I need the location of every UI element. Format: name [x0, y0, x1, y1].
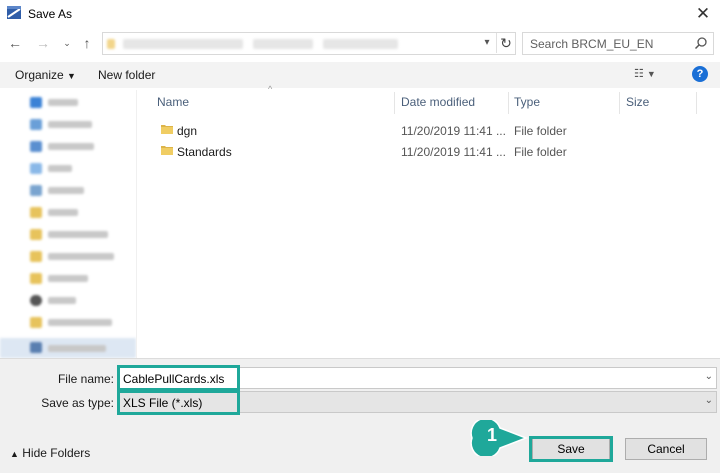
file-name: Standards — [177, 145, 232, 159]
title-bar — [0, 0, 720, 28]
search-placeholder: Search BRCM_EU_EN — [530, 37, 654, 51]
step-number: 1 — [486, 425, 497, 445]
search-input[interactable]: Search BRCM_EU_EN — [522, 32, 714, 55]
chevron-down-icon: ▼ — [67, 71, 76, 81]
nav-item[interactable] — [30, 316, 126, 330]
hide-folders-label: Hide Folders — [22, 446, 91, 460]
nav-item[interactable] — [30, 272, 126, 286]
new-folder-button[interactable]: New folder — [98, 68, 155, 82]
column-divider[interactable] — [508, 92, 509, 114]
nav-item[interactable] — [30, 96, 126, 110]
column-header-date[interactable]: Date modified — [401, 95, 475, 109]
table-row[interactable]: Standards 11/20/2019 11:41 ... File fold… — [140, 141, 720, 162]
blurred-crumb — [107, 39, 115, 49]
column-header-name[interactable]: Name — [157, 95, 189, 109]
table-row[interactable]: dgn 11/20/2019 11:41 ... File folder — [140, 120, 720, 141]
column-divider[interactable] — [394, 92, 395, 114]
column-divider[interactable] — [696, 92, 697, 114]
nav-item[interactable] — [30, 118, 126, 132]
chevron-up-icon: ▲ — [10, 449, 19, 459]
app-icon — [7, 6, 21, 19]
folder-icon — [161, 125, 173, 134]
file-type: File folder — [514, 124, 567, 138]
hide-folders-button[interactable]: ▲ Hide Folders — [10, 446, 90, 460]
folder-icon — [161, 146, 173, 155]
file-date: 11/20/2019 11:41 ... — [401, 124, 506, 138]
save-highlight — [529, 436, 613, 462]
blurred-crumb — [253, 39, 313, 49]
column-header-type[interactable]: Type — [514, 95, 540, 109]
back-icon[interactable]: ← — [6, 34, 24, 52]
organize-button[interactable]: Organize ▼ — [15, 68, 76, 82]
cancel-button[interactable]: Cancel — [625, 438, 707, 460]
view-icon[interactable]: ☷ ▼ — [634, 67, 666, 83]
window-title: Save As — [28, 7, 73, 21]
recent-icon[interactable]: ⌄ — [58, 34, 76, 52]
navigation-pane — [0, 90, 136, 358]
address-bar[interactable] — [102, 32, 516, 55]
file-name: dgn — [177, 124, 198, 138]
nav-item[interactable] — [30, 184, 126, 198]
nav-item[interactable] — [30, 228, 126, 242]
forward-icon[interactable]: → — [34, 34, 52, 52]
chevron-down-icon: ⌄ — [704, 395, 713, 406]
nav-item[interactable] — [30, 140, 126, 154]
help-icon[interactable]: ? — [692, 66, 708, 82]
chevron-down-icon[interactable]: ⌄ — [705, 371, 713, 382]
file-type: File folder — [514, 145, 567, 159]
nav-item-selected[interactable] — [0, 338, 136, 358]
chevron-down-icon[interactable]: ▾ — [479, 34, 495, 52]
close-icon[interactable]: ✕ — [690, 2, 716, 26]
organize-label: Organize — [15, 68, 64, 82]
save-type-highlight — [117, 390, 240, 415]
column-header-size[interactable]: Size — [626, 95, 649, 109]
file-name-label: File name: — [57, 372, 114, 386]
nav-item[interactable] — [30, 162, 126, 176]
pane-divider[interactable] — [136, 90, 137, 358]
blurred-crumb — [323, 39, 398, 49]
file-name-highlight — [117, 365, 240, 391]
chevron-up-icon: ^ — [268, 84, 273, 94]
up-icon[interactable]: ↑ — [78, 34, 96, 52]
search-icon — [694, 37, 707, 50]
blurred-crumb — [123, 39, 243, 49]
save-type-label: Save as type: — [41, 396, 114, 410]
file-date: 11/20/2019 11:41 ... — [401, 145, 506, 159]
refresh-icon[interactable]: ↻ — [496, 33, 515, 53]
column-divider[interactable] — [619, 92, 620, 114]
nav-item[interactable] — [30, 294, 126, 308]
nav-item[interactable] — [30, 206, 126, 220]
nav-item[interactable] — [30, 250, 126, 264]
